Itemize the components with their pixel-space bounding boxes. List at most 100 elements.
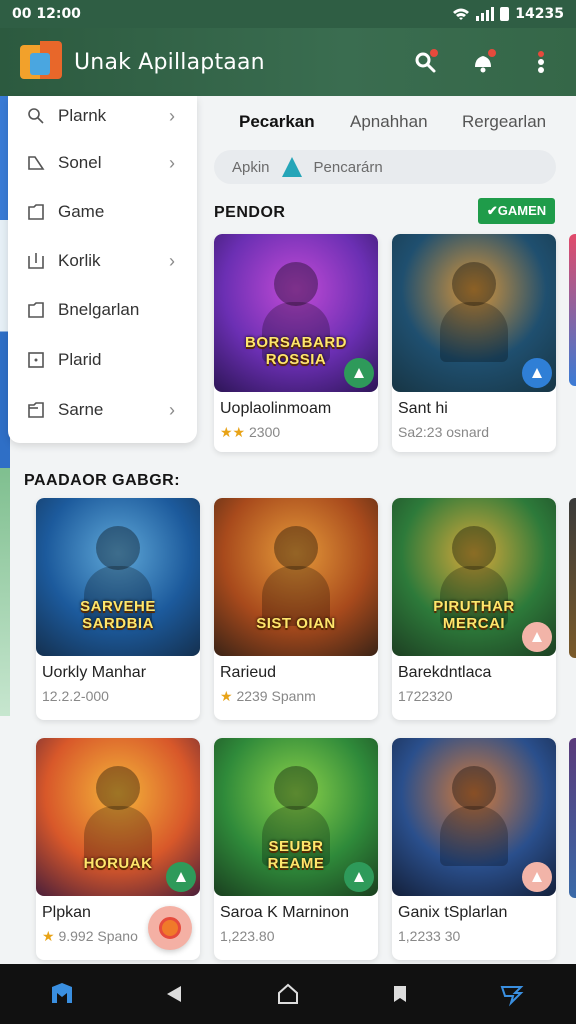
drawer-item-plarid[interactable]: Plarid bbox=[8, 340, 197, 380]
gamen-badge-button[interactable]: ✔GAMEN bbox=[478, 198, 555, 224]
install-button[interactable] bbox=[522, 862, 552, 892]
status-bar: 00 12:00 14235 bbox=[0, 0, 576, 28]
game-thumbnail[interactable]: PIRUTHAR MERCAI bbox=[392, 498, 556, 656]
game-card[interactable]: SIST OIAN Rarieud ★ 2239 Spanm bbox=[214, 498, 378, 720]
install-button[interactable] bbox=[522, 622, 552, 652]
drawer-item-label: Plarid bbox=[58, 350, 102, 369]
notifications-button[interactable] bbox=[468, 47, 498, 77]
game-thumbnail[interactable]: SIST OIAN bbox=[214, 498, 378, 656]
game-thumbnail[interactable]: HORUAK bbox=[36, 738, 200, 896]
character-figure bbox=[274, 262, 318, 306]
character-figure bbox=[452, 766, 496, 810]
game-thumbnail[interactable]: SEUBR REAME bbox=[214, 738, 378, 896]
notification-dot bbox=[430, 49, 438, 57]
game-title-art: SIST OIAN bbox=[256, 614, 336, 632]
game-meta: ★★ 2300 bbox=[214, 418, 378, 441]
recents-icon bbox=[394, 986, 406, 1002]
recents-button[interactable] bbox=[386, 980, 414, 1008]
signal-icon bbox=[476, 7, 495, 21]
drawer-item-label: Plarnk bbox=[58, 106, 107, 125]
game-name: Rarieud bbox=[220, 664, 277, 681]
search-placeholder: Pencarárn bbox=[313, 158, 383, 176]
game-meta-text: 1722320 bbox=[398, 688, 453, 704]
game-card[interactable]: BORSABARD ROSSIA Uoplaolinmoam ★★ 2300 bbox=[214, 234, 378, 452]
floating-action-button[interactable] bbox=[148, 906, 192, 950]
download-icon bbox=[28, 253, 44, 269]
drawer-item-label: Sonel bbox=[58, 153, 102, 172]
game-card[interactable]: Sant hi Sa2:23 osnard bbox=[392, 234, 556, 452]
character-figure bbox=[274, 766, 318, 810]
game-card[interactable]: PIRUTHAR MERCAI Barekdntlaca 1722320 bbox=[392, 498, 556, 720]
tab-rergearlan[interactable]: Rergearlan bbox=[462, 112, 546, 132]
menu-button[interactable] bbox=[498, 980, 526, 1008]
tab-pecarkan[interactable]: Pecarkan bbox=[239, 112, 315, 132]
drawer-item-label: Korlik bbox=[58, 251, 101, 270]
folder-open-icon bbox=[28, 402, 44, 418]
game-card[interactable]: SEUBR REAME Saroa K Marninon 1,223.80 bbox=[214, 738, 378, 960]
chevron-right-icon: › bbox=[169, 153, 175, 173]
home-button[interactable] bbox=[274, 980, 302, 1008]
more-vertical-icon bbox=[538, 51, 544, 73]
system-nav-bar bbox=[0, 964, 576, 1024]
drawer-item-label: Game bbox=[58, 202, 105, 221]
star-rating-icon: ★ bbox=[220, 688, 237, 704]
star-rating-icon: ★ bbox=[42, 928, 59, 944]
back-button[interactable] bbox=[160, 980, 188, 1008]
game-thumbnail[interactable]: SARVEHE SARDBIA bbox=[36, 498, 200, 656]
game-card[interactable]: Ganix tSplarlan 1,2233 30 bbox=[392, 738, 556, 960]
game-name: Saroa K Marninon bbox=[220, 904, 349, 921]
chevron-right-icon: › bbox=[169, 400, 175, 420]
drawer-item-plarnk[interactable]: Plarnk › bbox=[8, 96, 197, 136]
game-thumbnail[interactable]: BORSABARD ROSSIA bbox=[214, 234, 378, 392]
character-body bbox=[440, 806, 508, 866]
star-rating-icon: ★★ bbox=[220, 424, 249, 440]
game-thumbnail[interactable] bbox=[392, 234, 556, 392]
more-options-button[interactable] bbox=[526, 47, 556, 77]
drawer-item-sonel[interactable]: Sonel › bbox=[8, 143, 197, 183]
search-button[interactable] bbox=[410, 47, 440, 77]
game-meta-text: 12.2.2-000 bbox=[42, 688, 109, 704]
action-icon bbox=[532, 872, 542, 882]
game-title-art: SARVEHE SARDBIA bbox=[80, 597, 156, 632]
game-thumbnail[interactable] bbox=[392, 738, 556, 896]
game-meta: 12.2.2-000 bbox=[36, 682, 200, 704]
tab-bar: Pecarkan Apnahhan Rergearlan bbox=[200, 102, 576, 142]
action-icon bbox=[354, 368, 364, 378]
notification-dot bbox=[488, 49, 496, 57]
game-meta-text: 9.992 Spano bbox=[58, 928, 138, 944]
character-body bbox=[440, 302, 508, 362]
game-name: Sant hi bbox=[398, 400, 448, 417]
drawer-item-game[interactable]: Game bbox=[8, 192, 197, 232]
drawer-item-bnelgarlan[interactable]: Bnelgarlan bbox=[8, 290, 197, 330]
search-input[interactable]: Apkin Pencarárn bbox=[214, 150, 556, 184]
character-figure bbox=[452, 262, 496, 306]
character-figure bbox=[452, 526, 496, 570]
action-icon bbox=[532, 368, 542, 378]
action-icon bbox=[176, 872, 186, 882]
folder-icon bbox=[28, 156, 45, 170]
action-icon bbox=[354, 872, 364, 882]
status-time: 00 12:00 bbox=[12, 6, 81, 22]
game-card[interactable]: SARVEHE SARDBIA Uorkly Manhar 12.2.2-000 bbox=[36, 498, 200, 720]
game-name: Ganix tSplarlan bbox=[398, 904, 508, 921]
install-button[interactable] bbox=[166, 862, 196, 892]
tab-apnahhan[interactable]: Apnahhan bbox=[350, 112, 428, 132]
chevron-right-icon: › bbox=[169, 251, 175, 271]
partial-card-edge bbox=[569, 738, 576, 898]
home-app-button[interactable] bbox=[48, 980, 76, 1008]
game-meta: 1,2233 30 bbox=[392, 922, 556, 944]
search-icon bbox=[28, 108, 44, 124]
drawer-item-korlik[interactable]: Korlik › bbox=[8, 241, 197, 281]
drawer-item-sarne[interactable]: Sarne › bbox=[8, 390, 197, 430]
app-title: Unak Apillaptaan bbox=[74, 49, 265, 75]
game-name: Uorkly Manhar bbox=[42, 664, 147, 681]
chevron-right-icon: › bbox=[169, 106, 175, 126]
install-button[interactable] bbox=[344, 862, 374, 892]
home-icon bbox=[278, 983, 298, 1004]
file-icon bbox=[28, 352, 44, 368]
status-icons: 14235 bbox=[452, 6, 564, 22]
game-meta-text: 1,223.80 bbox=[220, 928, 275, 944]
install-button[interactable] bbox=[344, 358, 374, 388]
menu-arrow-icon bbox=[500, 986, 524, 1007]
install-button[interactable] bbox=[522, 358, 552, 388]
